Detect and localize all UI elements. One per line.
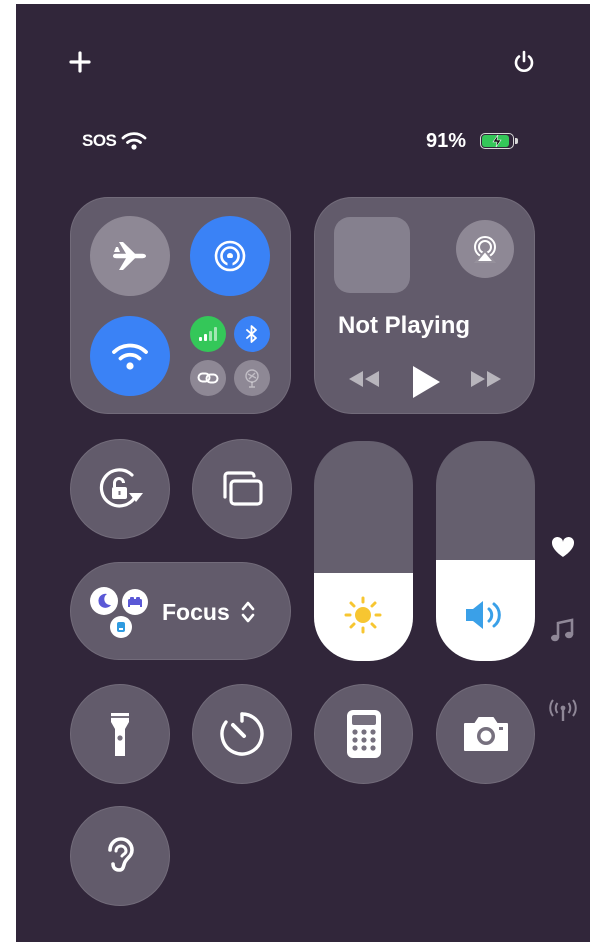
focus-label: Focus: [162, 599, 230, 625]
play-icon: [413, 366, 440, 398]
moon-icon: [90, 587, 118, 615]
bluetooth-icon: [246, 325, 257, 343]
page-indicator-heart[interactable]: [550, 535, 576, 559]
battery-icon: [480, 133, 520, 151]
brightness-slider[interactable]: [314, 441, 413, 661]
page-indicator-connectivity[interactable]: [548, 699, 578, 723]
plus-icon: [69, 51, 91, 73]
hearing-button[interactable]: [70, 806, 170, 906]
airplay-button[interactable]: [456, 220, 514, 278]
rotation-lock-icon: [99, 468, 143, 508]
airplane-mode-button[interactable]: [90, 216, 170, 296]
fast-forward-button[interactable]: [468, 368, 504, 390]
speaker-icon: [466, 601, 501, 629]
updown-chevron-icon: [241, 601, 255, 623]
power-button[interactable]: [510, 48, 538, 76]
bed-icon: [122, 589, 148, 615]
flashlight-button[interactable]: [70, 684, 170, 784]
music-note-icon: [551, 618, 574, 642]
volume-slider[interactable]: [436, 441, 535, 661]
flashlight-icon: [111, 713, 129, 756]
screen-mirroring-button[interactable]: [192, 439, 292, 539]
add-button[interactable]: [66, 48, 94, 76]
airplay-icon: [473, 236, 497, 263]
album-art-placeholder: [334, 217, 410, 293]
timer-icon: [220, 712, 264, 756]
control-center: SOS 91% Not Playing Focus: [16, 4, 590, 942]
rewind-button[interactable]: [346, 368, 382, 390]
heart-icon: [551, 536, 575, 557]
bluetooth-button[interactable]: [234, 316, 270, 352]
airdrop-button[interactable]: [190, 216, 270, 296]
orientation-lock-button[interactable]: [70, 439, 170, 539]
status-bar: SOS 91%: [82, 128, 532, 154]
rewind-icon: [349, 371, 379, 387]
calculator-icon: [346, 710, 381, 758]
timer-button[interactable]: [192, 684, 292, 784]
calculator-button[interactable]: [314, 684, 413, 784]
page-indicator-music[interactable]: [550, 618, 574, 644]
ear-icon: [108, 837, 134, 872]
badge-icon: [110, 616, 132, 638]
airplane-icon: [113, 242, 146, 270]
now-playing-title: Not Playing: [338, 312, 471, 339]
fast-forward-icon: [471, 371, 501, 387]
antenna-icon: [549, 699, 577, 721]
wifi-icon: [112, 343, 148, 370]
battery-percent: 91%: [426, 130, 467, 152]
satellite-icon: [245, 369, 259, 388]
satellite-button[interactable]: [234, 360, 270, 396]
carrier-label: SOS: [82, 131, 117, 150]
personal-hotspot-button[interactable]: [190, 360, 226, 396]
cellular-button[interactable]: [190, 316, 226, 352]
play-button[interactable]: [410, 364, 442, 400]
wifi-status-icon: [121, 132, 147, 150]
power-icon: [514, 50, 534, 72]
cellular-icon: [199, 327, 217, 341]
link-icon: [197, 372, 219, 384]
camera-button[interactable]: [436, 684, 535, 784]
wifi-button[interactable]: [90, 316, 170, 396]
airdrop-icon: [214, 240, 246, 272]
screen-mirroring-icon: [223, 471, 263, 506]
camera-icon: [463, 717, 508, 751]
sun-icon: [344, 596, 382, 634]
